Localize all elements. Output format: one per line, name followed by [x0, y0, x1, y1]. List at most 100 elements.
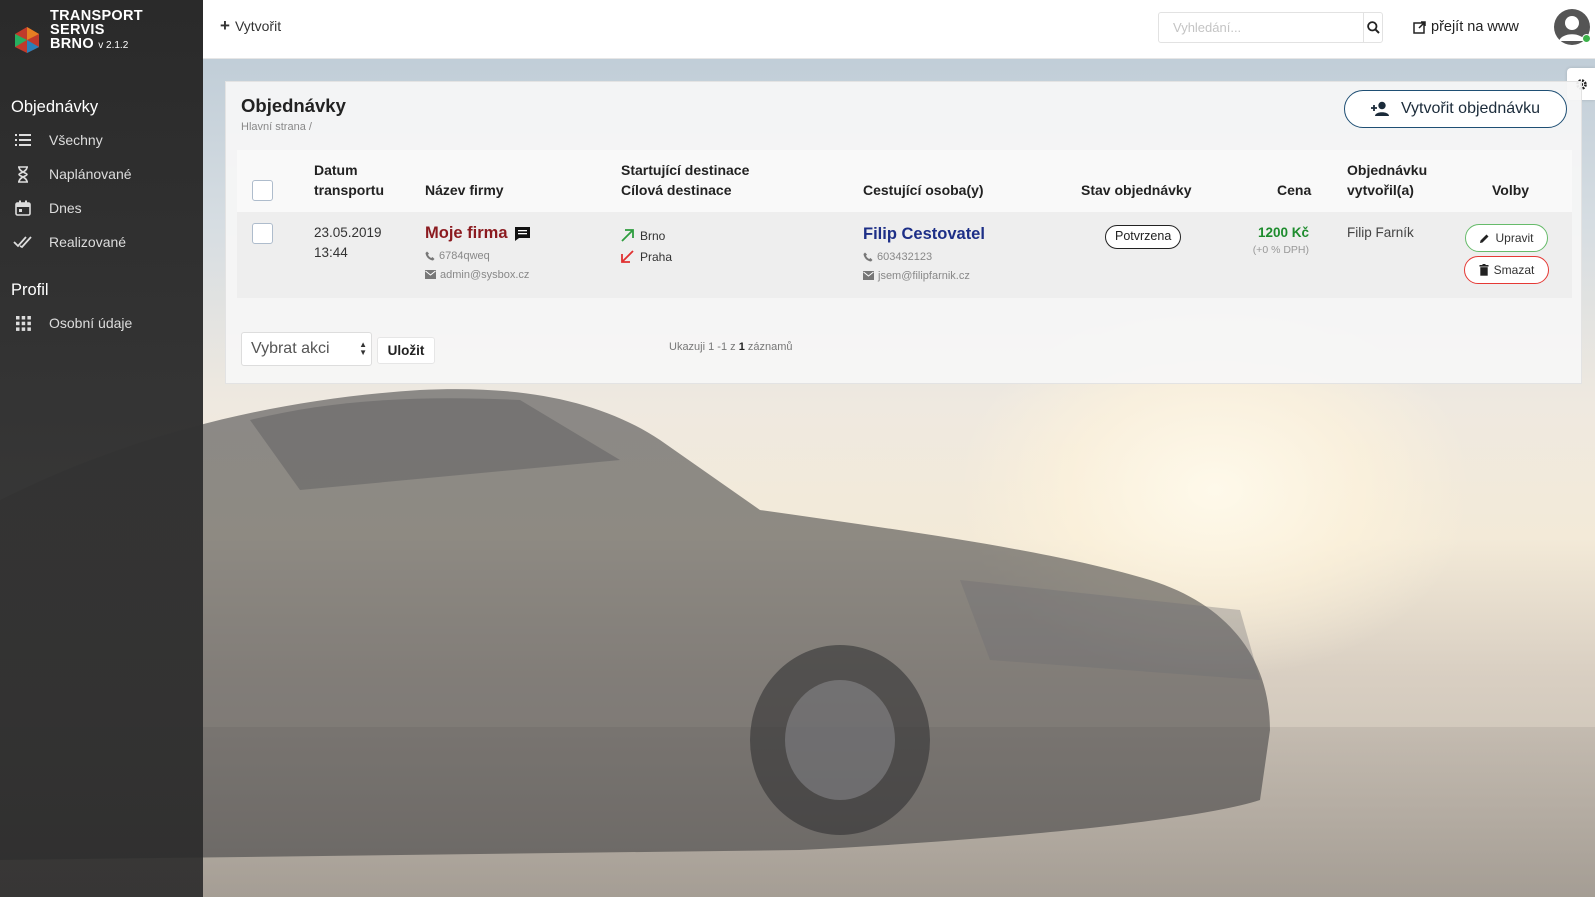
records-total: 1 — [738, 341, 745, 353]
brand-logo-icon — [15, 27, 39, 53]
records-prefix: Ukazuji 1 -1 z — [669, 341, 736, 353]
col-dest-line2: Cílová destinace — [621, 182, 732, 198]
phone-icon — [425, 251, 435, 260]
brand-name: TRANSPORT SERVIS BRNO v 2.1.2 — [50, 9, 143, 53]
sidebar-item-label: Osobní údaje — [49, 315, 133, 331]
col-dest-line1: Startující destinace — [621, 162, 750, 178]
add-user-icon — [1370, 101, 1389, 116]
col-price[interactable]: Cena — [1277, 180, 1311, 200]
comment-icon[interactable] — [514, 226, 531, 242]
sidebar-item-label: Naplánované — [49, 166, 132, 182]
go-to-website-link[interactable]: přejít na www — [1413, 19, 1519, 35]
price-cell: 1200 Kč (+0 % DPH) — [1227, 225, 1309, 256]
double-check-icon — [13, 232, 33, 252]
search-input[interactable] — [1159, 13, 1363, 42]
brand[interactable]: TRANSPORT SERVIS BRNO v 2.1.2 — [0, 0, 203, 70]
end-destination-value: Praha — [640, 249, 673, 264]
company-link[interactable]: Moje firma — [425, 224, 531, 243]
col-company[interactable]: Název firmy — [425, 180, 504, 200]
person-cell: Filip Cestovatel 603432123 jsem@filipfar… — [863, 225, 985, 285]
top-bar: + Vytvořit přejít na www — [203, 0, 1595, 59]
transport-datetime: 23.05.2019 13:44 — [314, 223, 382, 263]
col-creator[interactable]: Objednávku vytvořil(a) — [1347, 160, 1427, 200]
select-all-checkbox[interactable] — [252, 180, 273, 201]
person-email[interactable]: jsem@filipfarnik.cz — [863, 266, 985, 285]
arrow-down-left-icon — [621, 250, 634, 263]
col-destinations[interactable]: Startující destinace Cílová destinace — [621, 160, 749, 200]
delete-button[interactable]: Smazat — [1464, 256, 1549, 284]
company-email[interactable]: admin@sysbox.cz — [425, 265, 531, 284]
col-person[interactable]: Cestující osoba(y) — [863, 180, 984, 200]
person-email-value: jsem@filipfarnik.cz — [878, 269, 970, 282]
select-arrows-icon: ▲ ▼ — [359, 340, 367, 357]
price-value: 1200 Kč — [1257, 225, 1309, 240]
brand-line1: TRANSPORT — [50, 8, 143, 24]
vat-value: (+0 % DPH) — [1252, 244, 1309, 256]
car-image — [0, 389, 1270, 860]
orders-table: Datum transportu Název firmy Startující … — [237, 150, 1572, 298]
col-options: Volby — [1492, 182, 1530, 198]
search-button[interactable] — [1363, 13, 1382, 42]
start-destination-value: Brno — [640, 228, 666, 243]
company-phone-value: 6784qweq — [439, 249, 490, 262]
page-title: Objednávky — [241, 95, 346, 116]
person-link[interactable]: Filip Cestovatel — [863, 225, 985, 244]
col-status[interactable]: Stav objednávky — [1081, 180, 1192, 200]
delete-label: Smazat — [1493, 263, 1535, 277]
sidebar-item-label: Realizované — [49, 234, 127, 250]
online-status-dot — [1582, 34, 1591, 43]
grid-icon — [13, 313, 33, 333]
end-destination: Praha — [621, 246, 672, 267]
row-checkbox[interactable] — [252, 223, 273, 244]
create-order-button[interactable]: Vytvořit objednávku — [1344, 90, 1567, 128]
create-order-label: Vytvořit objednávku — [1400, 100, 1541, 117]
company-name: Moje firma — [425, 224, 508, 242]
mail-icon — [863, 271, 874, 280]
sidebar-item-label: Dnes — [49, 200, 82, 216]
person-phone-value: 603432123 — [877, 250, 933, 263]
nav-section-profile: Profil — [11, 281, 49, 299]
orders-panel: Objednávky Hlavní strana / Vytvořit obje… — [225, 81, 1582, 384]
brand-line3: BRNO — [50, 36, 94, 52]
phone-icon — [863, 252, 873, 261]
sidebar-item-planned[interactable]: Naplánované — [0, 157, 203, 191]
search-box — [1158, 12, 1383, 43]
col-date-line2: transportu — [314, 182, 384, 198]
bulk-action-select[interactable]: Vybrat akci ▲ ▼ — [241, 332, 372, 366]
list-icon — [13, 130, 33, 150]
person-phone: 603432123 — [863, 247, 985, 266]
nav-section-orders: Objednávky — [11, 98, 99, 116]
calendar-icon — [13, 198, 33, 218]
save-button[interactable]: Uložit — [377, 337, 435, 364]
arrow-up-right-icon — [621, 229, 634, 242]
edit-button[interactable]: Upravit — [1465, 224, 1548, 252]
sidebar: TRANSPORT SERVIS BRNO v 2.1.2 Objednávky… — [0, 0, 203, 897]
breadcrumb[interactable]: Hlavní strana / — [241, 121, 312, 133]
start-destination: Brno — [621, 225, 672, 246]
edit-label: Upravit — [1495, 231, 1534, 245]
create-label: Vytvořit — [234, 18, 282, 34]
records-suffix: záznamů — [747, 341, 793, 353]
sidebar-item-personal-data[interactable]: Osobní údaje — [0, 306, 203, 340]
sidebar-item-all[interactable]: Všechny — [0, 123, 203, 157]
transport-time: 13:44 — [314, 245, 348, 260]
creator-name: Filip Farník — [1347, 225, 1414, 240]
mail-icon — [425, 270, 436, 279]
sidebar-item-today[interactable]: Dnes — [0, 191, 203, 225]
external-link-icon — [1413, 20, 1426, 34]
create-button[interactable]: + Vytvořit — [220, 16, 282, 35]
col-creator-line1: Objednávku — [1347, 162, 1428, 178]
pencil-icon — [1480, 234, 1489, 243]
trash-icon — [1479, 264, 1489, 276]
col-date[interactable]: Datum transportu — [314, 160, 384, 200]
plus-icon: + — [220, 16, 230, 35]
table-row: 23.05.2019 13:44 Moje firma 6784qweq adm… — [237, 212, 1572, 298]
search-icon — [1366, 21, 1380, 34]
sidebar-item-completed[interactable]: Realizované — [0, 225, 203, 259]
status-badge: Potvrzena — [1105, 225, 1182, 249]
company-cell: Moje firma 6784qweq admin@sysbox.cz — [425, 224, 531, 284]
brand-line2: SERVIS — [50, 22, 105, 38]
destinations-cell: Brno Praha — [621, 225, 672, 267]
company-email-value: admin@sysbox.cz — [440, 268, 530, 281]
hourglass-icon — [13, 164, 33, 184]
